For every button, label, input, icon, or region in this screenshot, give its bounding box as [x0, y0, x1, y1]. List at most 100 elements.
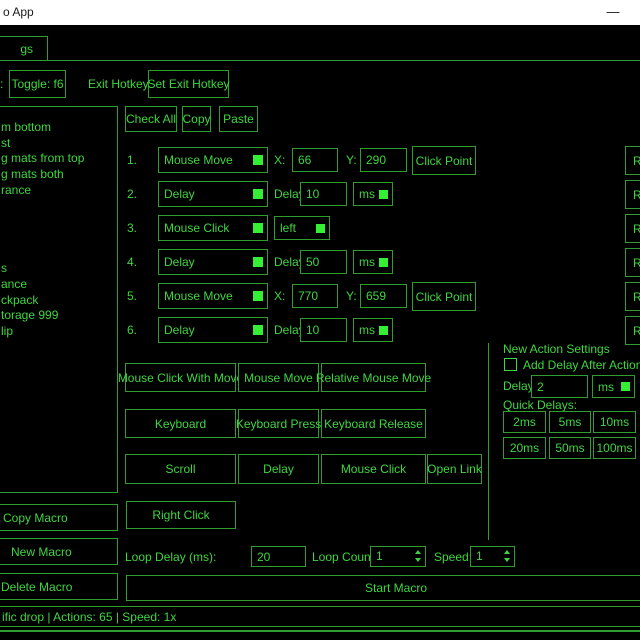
loop-count-stepper[interactable]: 1	[370, 546, 426, 567]
add-open-link-button[interactable]: Open Link	[427, 454, 482, 484]
add-keyboard-button[interactable]: Keyboard	[125, 409, 236, 438]
remove-action-button[interactable]: R	[625, 214, 640, 243]
list-item[interactable]: torage 999	[0, 308, 117, 324]
quick-delay-100ms-button[interactable]: 100ms	[593, 437, 636, 459]
delete-macro-button[interactable]: Delete Macro	[0, 573, 118, 600]
y-input[interactable]	[360, 148, 407, 172]
list-item[interactable]: lip	[0, 324, 117, 340]
list-item[interactable]: g mats both	[0, 167, 117, 183]
spinner-arrows-icon[interactable]	[415, 550, 421, 562]
dropdown-indicator-icon	[253, 257, 263, 267]
delay-unit-dropdown[interactable]: ms	[353, 182, 393, 206]
delay-input[interactable]	[300, 250, 347, 274]
check-all-button[interactable]: Check All	[125, 106, 177, 132]
set-exit-hotkey-button[interactable]: Set Exit Hotkey	[148, 70, 229, 98]
loop-delay-label: Loop Delay (ms):	[125, 550, 216, 564]
add-delay-button[interactable]: Delay	[238, 454, 319, 484]
paste-button[interactable]: Paste	[219, 106, 258, 132]
macro-app-window: o App — gs : Toggle: f6 Exit Hotkey: Set…	[0, 0, 640, 640]
dropdown-indicator-icon	[316, 224, 325, 233]
action-number: 4.	[127, 255, 137, 269]
copy-button[interactable]: Copy	[182, 106, 211, 132]
list-item[interactable]: ance	[0, 277, 117, 293]
y-input[interactable]	[360, 284, 407, 308]
click-point-button[interactable]: Click Point	[412, 282, 476, 311]
add-mouse-click-with-move-button[interactable]: Mouse Click With Move	[125, 363, 236, 392]
window-bottom-border	[0, 630, 640, 632]
delay-input[interactable]	[300, 318, 347, 342]
add-keyboard-press-button[interactable]: Keyboard Press	[238, 409, 319, 438]
dropdown-indicator-icon	[253, 155, 263, 165]
list-item[interactable]	[0, 230, 117, 246]
action-number: 2.	[127, 187, 137, 201]
macro-list: m bottom st g mats from top g mats both …	[0, 106, 118, 493]
copy-macro-button[interactable]: Copy Macro	[0, 504, 118, 531]
add-mouse-move-button[interactable]: Mouse Move	[238, 363, 319, 392]
x-input[interactable]	[292, 148, 338, 172]
action-type-dropdown[interactable]: Mouse Click	[158, 215, 268, 241]
action-type-dropdown[interactable]: Delay	[158, 317, 268, 343]
new-action-delay-unit-dropdown[interactable]: ms	[592, 375, 635, 398]
remove-action-button[interactable]: R	[625, 146, 640, 175]
minimize-icon[interactable]: —	[600, 3, 626, 23]
status-bar: ific drop | Actions: 65 | Speed: 1x	[0, 606, 640, 627]
delay-unit-dropdown[interactable]: ms	[353, 318, 393, 342]
action-number: 5.	[127, 289, 137, 303]
loop-count-label: Loop Count:	[312, 550, 377, 564]
action-type-dropdown[interactable]: Mouse Move	[158, 283, 268, 309]
quick-delay-2ms-button[interactable]: 2ms	[503, 411, 546, 433]
list-item[interactable]	[0, 214, 117, 230]
add-delay-after-action-checkbox[interactable]	[504, 358, 517, 371]
click-point-button[interactable]: Click Point	[412, 146, 476, 175]
action-number: 3.	[127, 221, 137, 235]
x-input[interactable]	[292, 284, 338, 308]
spinner-arrows-icon[interactable]	[504, 550, 510, 562]
x-label: X:	[274, 153, 285, 167]
toggle-hotkey-label: :	[0, 77, 3, 91]
action-type-dropdown[interactable]: Delay	[158, 249, 268, 275]
remove-action-button[interactable]: R	[625, 282, 640, 311]
new-action-settings-title: New Action Settings	[503, 342, 610, 356]
toggle-hotkey-button[interactable]: Toggle: f6	[9, 70, 66, 98]
window-title: o App	[3, 5, 34, 19]
start-macro-button[interactable]: Start Macro	[126, 575, 640, 601]
exit-hotkey-label: Exit Hotkey:	[88, 77, 152, 91]
delay-unit-dropdown[interactable]: ms	[353, 250, 393, 274]
list-item[interactable]: st	[0, 136, 117, 152]
speed-stepper[interactable]: 1	[470, 546, 515, 567]
quick-delay-20ms-button[interactable]: 20ms	[503, 437, 546, 459]
list-item[interactable]	[0, 246, 117, 262]
titlebar: o App —	[0, 0, 640, 25]
add-keyboard-release-button[interactable]: Keyboard Release	[321, 409, 426, 438]
new-action-delay-input[interactable]	[531, 375, 588, 398]
add-scroll-button[interactable]: Scroll	[125, 454, 236, 484]
list-item[interactable]: rance	[0, 183, 117, 199]
list-item[interactable]: g mats from top	[0, 151, 117, 167]
tab-settings[interactable]: gs	[0, 36, 48, 61]
list-item[interactable]: s	[0, 261, 117, 277]
add-delay-after-action-label: Add Delay After Action	[523, 358, 640, 372]
add-mouse-click-button[interactable]: Mouse Click	[321, 454, 426, 484]
delay-input[interactable]	[300, 182, 347, 206]
remove-action-button[interactable]: R	[625, 180, 640, 209]
dropdown-indicator-icon	[379, 190, 388, 199]
dropdown-indicator-icon	[253, 291, 263, 301]
add-right-click-button[interactable]: Right Click	[126, 501, 236, 529]
list-item[interactable]: m bottom	[0, 120, 117, 136]
quick-delay-10ms-button[interactable]: 10ms	[593, 411, 636, 433]
list-item[interactable]: ckpack	[0, 293, 117, 309]
loop-delay-input[interactable]	[251, 546, 306, 567]
dropdown-indicator-icon	[253, 189, 263, 199]
list-item[interactable]	[0, 198, 117, 214]
new-macro-button[interactable]: New Macro	[0, 538, 118, 565]
action-type-dropdown[interactable]: Delay	[158, 181, 268, 207]
add-relative-mouse-move-button[interactable]: Relative Mouse Move	[321, 363, 426, 392]
quick-delay-5ms-button[interactable]: 5ms	[549, 411, 591, 433]
remove-action-button[interactable]: R	[625, 316, 640, 345]
action-type-dropdown[interactable]: Mouse Move	[158, 147, 268, 173]
quick-delay-50ms-button[interactable]: 50ms	[549, 437, 591, 459]
mouse-button-dropdown[interactable]: left	[274, 216, 330, 240]
y-label: Y:	[346, 153, 357, 167]
remove-action-button[interactable]: R	[625, 248, 640, 277]
dropdown-indicator-icon	[621, 382, 630, 391]
